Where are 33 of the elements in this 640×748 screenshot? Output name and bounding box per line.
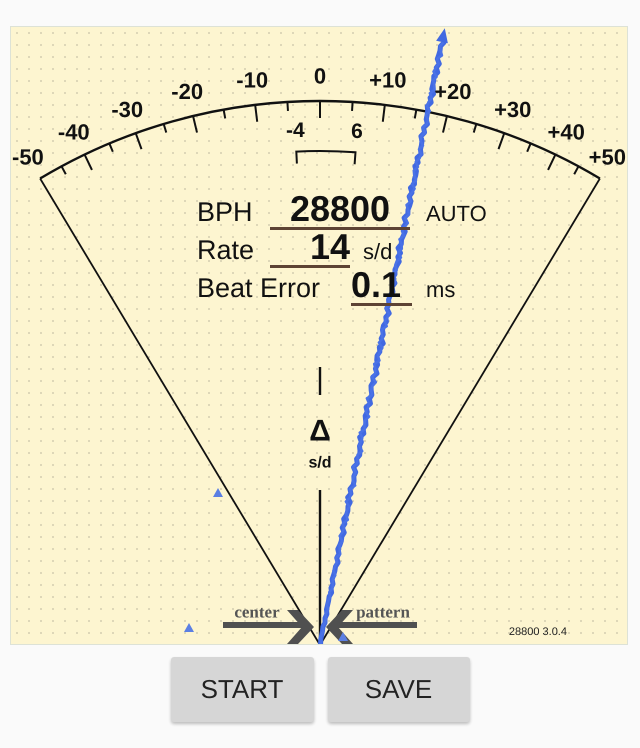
scale-label: +10 <box>369 68 406 93</box>
triangle-marker-icon <box>184 623 194 632</box>
scale-label: +40 <box>548 120 585 145</box>
reading-label: Beat Error <box>197 275 322 302</box>
scale-label: -50 <box>12 144 44 170</box>
unit-label: s/d <box>363 241 392 263</box>
version-label: 28800 3.0.4 <box>508 626 567 638</box>
reading-label: Rate <box>197 237 256 264</box>
triangle-marker-icon <box>213 488 223 497</box>
scale-label: +30 <box>494 97 532 122</box>
tolerance-label: -4 <box>286 119 305 142</box>
pointer-label: pattern <box>356 602 410 622</box>
scale-label: +20 <box>434 79 472 104</box>
scale-label: 0 <box>314 64 326 88</box>
unit-label: ms <box>426 279 456 301</box>
pointer-label: center <box>234 602 280 622</box>
triangle-marker-icon <box>338 632 348 641</box>
scale-label: -30 <box>111 97 144 122</box>
tolerance-bracket <box>295 150 356 164</box>
delta-symbol: Δ <box>309 414 331 448</box>
axis-line <box>318 367 322 395</box>
start-button[interactable]: START <box>170 657 314 722</box>
scale-label: -20 <box>171 79 204 104</box>
reading-value: 14 <box>270 229 350 268</box>
save-button[interactable]: SAVE <box>328 657 470 722</box>
mode-label: AUTO <box>426 203 487 225</box>
reading-value: 28800 <box>270 191 410 230</box>
scale-label: -10 <box>236 68 268 93</box>
tolerance-label: 6 <box>351 120 363 143</box>
scale-label: +50 <box>588 144 626 170</box>
axis-unit-label: s/d <box>308 454 332 472</box>
scale-label: -40 <box>58 120 90 145</box>
reading-label: BPH <box>197 199 254 226</box>
